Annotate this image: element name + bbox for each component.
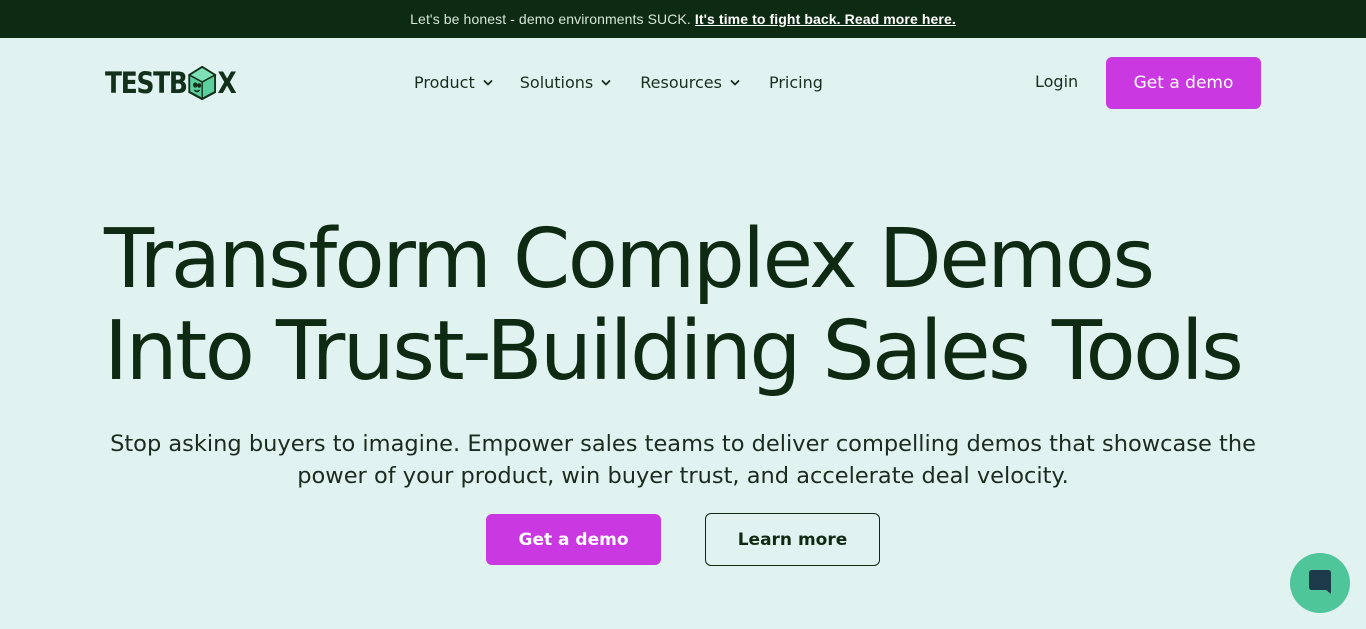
nav-item-label: Product [414, 72, 475, 92]
nav-item-product[interactable]: Product [414, 73, 494, 92]
main-nav: Product Solutions Resources Pricing [414, 70, 823, 94]
nav-item-label: Resources [640, 72, 722, 92]
hero-title-line-2: Into Trust-Building Sales Tools [104, 304, 1244, 399]
logo-text-right: X [217, 66, 237, 100]
hero-subtitle: Stop asking buyers to imagine. Empower s… [110, 431, 1256, 489]
get-demo-button[interactable]: Get a demo [1106, 57, 1261, 109]
chevron-down-icon [730, 80, 740, 86]
chat-widget-button[interactable] [1290, 553, 1350, 613]
learn-more-button[interactable]: Learn more [705, 513, 880, 566]
announcement-banner: Let's be honest - demo environments SUCK… [0, 0, 1366, 38]
box-mascot-icon [187, 65, 217, 101]
nav-item-solutions[interactable]: Solutions [520, 73, 613, 92]
hero-title-line-1: Transform Complex Demos [104, 212, 1155, 307]
hero-title: Transform Complex Demos Into Trust-Build… [104, 214, 1284, 398]
nav-item-resources[interactable]: Resources [640, 73, 741, 92]
nav-item-label: Solutions [519, 72, 594, 92]
login-link[interactable]: Login [1035, 70, 1078, 94]
banner-link[interactable]: It's time to fight back. Read more here. [695, 11, 956, 27]
hero-get-demo-button[interactable]: Get a demo [486, 514, 661, 565]
nav-item-pricing[interactable]: Pricing [769, 73, 823, 92]
logo[interactable]: TESTB X [105, 65, 237, 101]
nav-item-label: Pricing [768, 72, 823, 92]
logo-text-left: TESTB [105, 66, 188, 100]
chevron-down-icon [483, 80, 493, 86]
chevron-down-icon [601, 80, 611, 86]
banner-message: Let's be honest - demo environments SUCK… [410, 11, 691, 27]
chat-bubble-icon [1309, 570, 1331, 594]
